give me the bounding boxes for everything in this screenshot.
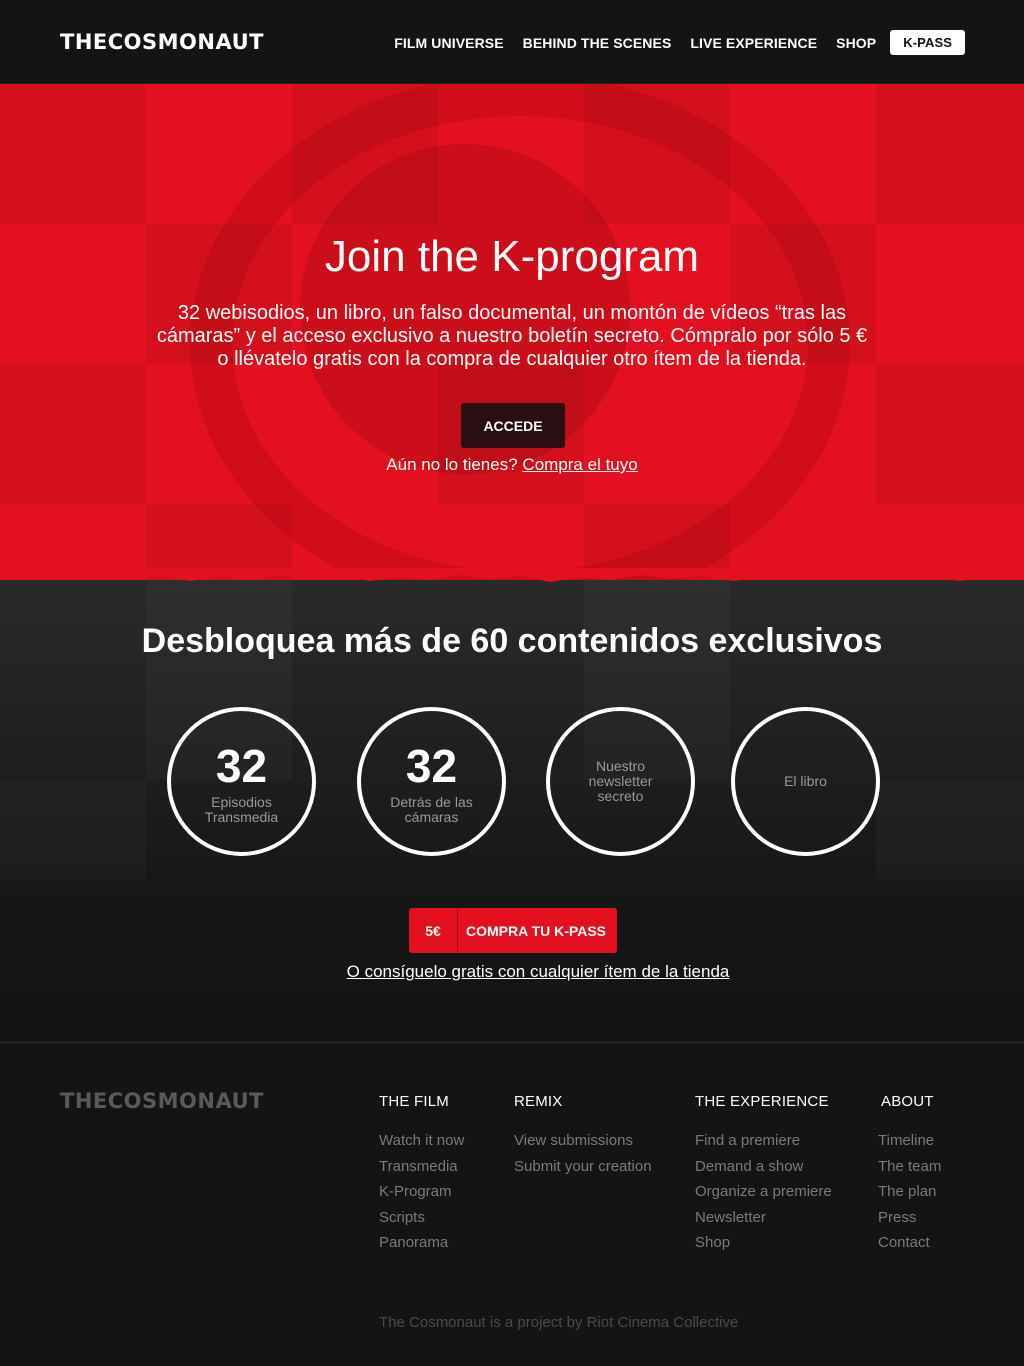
footer-link[interactable]: Organize a premiere: [695, 1179, 832, 1205]
footer-link[interactable]: Shop: [695, 1230, 832, 1256]
circle-label: Nuestro newsletter secreto: [588, 758, 653, 804]
footer-link[interactable]: Submit your creation: [514, 1154, 652, 1180]
footer-link[interactable]: The team: [878, 1154, 941, 1180]
nav-kpass-button[interactable]: K-PASS: [890, 30, 965, 55]
footer-link[interactable]: Contact: [878, 1230, 941, 1256]
footer-logo[interactable]: THECOSMONAUT: [60, 1089, 264, 1113]
hero-subtext-prefix: Aún no lo tienes?: [386, 455, 518, 474]
hero-description-line: o llévatelo gratis con la compra de cual…: [217, 348, 807, 370]
footer-link[interactable]: Demand a show: [695, 1154, 832, 1180]
circle-number: 32: [405, 739, 458, 792]
footer-column-remix: REMIX View submissions Submit your creat…: [514, 1093, 652, 1179]
circle-number: 32: [215, 739, 268, 792]
main-nav: FILM UNIVERSE BEHIND THE SCENES LIVE EXP…: [375, 30, 965, 55]
nav-film-universe[interactable]: FILM UNIVERSE: [394, 35, 503, 51]
footer-link[interactable]: Newsletter: [695, 1205, 832, 1231]
content-circle-book[interactable]: El libro: [731, 707, 880, 856]
free-with-item-link[interactable]: O consíguelo gratis con cualquier ítem d…: [0, 962, 1024, 982]
background-collage-tile: [876, 364, 1024, 504]
site-logo[interactable]: THECOSMONAUT: [60, 30, 264, 54]
footer-heading: ABOUT: [881, 1093, 934, 1110]
buy-yours-link[interactable]: Compra el tuyo: [522, 455, 637, 474]
content-circle-behind-scenes[interactable]: 32 Detrás de las cámaras: [357, 707, 506, 856]
footer-link[interactable]: Transmedia: [379, 1154, 464, 1180]
content-circle-episodes[interactable]: 32 Episodios Transmedia: [167, 707, 316, 856]
nav-behind-the-scenes[interactable]: BEHIND THE SCENES: [523, 35, 672, 51]
footer-link[interactable]: The plan: [878, 1179, 941, 1205]
background-collage-tile: [0, 780, 146, 880]
footer-heading: THE EXPERIENCE: [695, 1093, 829, 1110]
footer-link[interactable]: K-Program: [379, 1179, 464, 1205]
hero-title: Join the K-program: [324, 232, 700, 281]
background-collage-tile: [876, 780, 1024, 880]
buy-price: 5€: [409, 908, 458, 953]
circle-label: Episodios Transmedia: [204, 793, 279, 825]
unlock-section: Desbloquea más de 60 contenidos exclusiv…: [0, 580, 1024, 1042]
footer-link[interactable]: Scripts: [379, 1205, 464, 1231]
hero-section: Join the K-program 32 webisodios, un lib…: [0, 84, 1024, 580]
footer-column-experience: THE EXPERIENCE Find a premiere Demand a …: [695, 1093, 832, 1256]
unlock-title: Desbloquea más de 60 contenidos exclusiv…: [141, 622, 883, 660]
footer-link[interactable]: Press: [878, 1205, 941, 1231]
nav-live-experience[interactable]: LIVE EXPERIENCE: [690, 35, 817, 51]
footer-link[interactable]: Panorama: [379, 1230, 464, 1256]
footer-link[interactable]: Find a premiere: [695, 1128, 832, 1154]
footer-divider: [0, 1042, 1024, 1043]
buy-kpass-button[interactable]: 5€ COMPRA TU K-PASS: [409, 908, 617, 953]
footer-credit: The Cosmonaut is a project by Riot Cinem…: [379, 1314, 739, 1331]
footer-heading: REMIX: [514, 1093, 563, 1110]
footer-column-film: THE FILM Watch it now Transmedia K-Progr…: [379, 1093, 464, 1256]
circle-label: El libro: [784, 773, 827, 789]
footer-link[interactable]: View submissions: [514, 1128, 652, 1154]
torn-edge-divider: [0, 568, 1024, 582]
footer-heading: THE FILM: [379, 1093, 449, 1110]
buy-label: COMPRA TU K-PASS: [466, 922, 606, 939]
accede-button[interactable]: ACCEDE: [461, 403, 565, 448]
nav-shop[interactable]: SHOP: [836, 35, 876, 51]
circle-label: Detrás de las cámaras: [390, 793, 473, 825]
hero-description-line: cámaras” y el acceso exclusivo a nuestro…: [156, 325, 868, 347]
content-circle-newsletter[interactable]: Nuestro newsletter secreto: [546, 707, 695, 856]
footer-link[interactable]: Watch it now: [379, 1128, 464, 1154]
background-collage-tile: [0, 364, 146, 504]
background-collage-tile: [0, 84, 146, 224]
background-collage-tile: [876, 84, 1024, 224]
hero-description-line: 32 webisodios, un libro, un falso docume…: [177, 302, 847, 324]
site-header: THECOSMONAUT FILM UNIVERSE BEHIND THE SC…: [0, 0, 1024, 84]
hero-description: 32 webisodios, un libro, un falso docume…: [100, 302, 924, 371]
footer-column-about: ABOUT Timeline The team The plan Press C…: [878, 1093, 941, 1256]
footer-link[interactable]: Timeline: [878, 1128, 941, 1154]
hero-subtext: Aún no lo tienes? Compra el tuyo: [0, 455, 1024, 475]
